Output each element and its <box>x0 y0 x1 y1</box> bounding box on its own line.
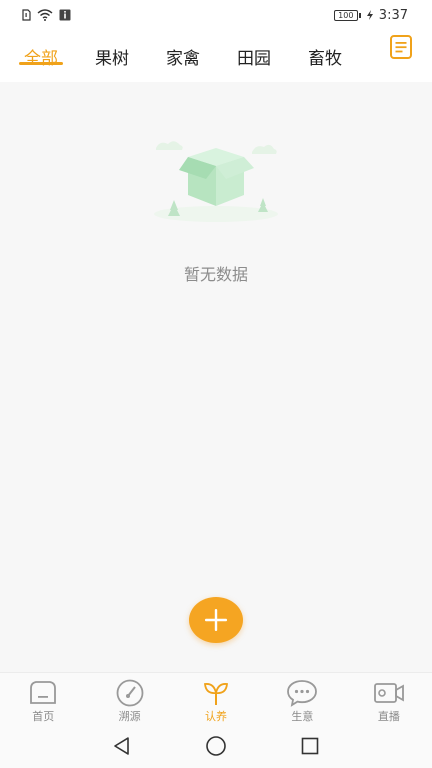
tab-poultry[interactable]: 家禽 <box>166 30 200 82</box>
nav-label-business: 生意 <box>291 710 314 723</box>
category-tab-bar: 全部 果树 家禽 田园 畜牧 <box>0 30 432 82</box>
status-bar: 100 3:37 <box>0 0 432 30</box>
add-button[interactable] <box>189 597 243 643</box>
tab-all[interactable]: 全部 <box>19 30 63 82</box>
battery-tip <box>358 12 361 18</box>
tab-fruit-trees[interactable]: 果树 <box>95 30 129 82</box>
nav-home[interactable]: 首页 <box>0 673 86 724</box>
system-nav-bar <box>0 724 432 768</box>
list-icon[interactable] <box>389 34 413 60</box>
back-icon[interactable] <box>110 734 134 758</box>
empty-message: 暂无数据 <box>183 265 248 284</box>
status-time: 3:37 <box>378 7 408 23</box>
recents-icon[interactable] <box>298 734 322 758</box>
nav-trace[interactable]: 溯源 <box>86 673 172 724</box>
nav-business[interactable]: 生意 <box>259 673 345 724</box>
nav-label-adopt: 认养 <box>205 710 228 723</box>
nav-label-trace: 溯源 <box>118 710 141 723</box>
gauge-icon <box>114 679 146 707</box>
sprout-icon <box>200 679 232 707</box>
battery-icon: 100 <box>333 9 358 21</box>
info-icon <box>59 9 71 21</box>
category-tabs: 全部 果树 家禽 田园 畜牧 <box>0 30 379 82</box>
empty-box-illustration <box>146 130 286 230</box>
tab-farmland[interactable]: 田园 <box>237 30 271 82</box>
wifi-icon <box>37 9 53 21</box>
nav-label-home: 首页 <box>32 710 55 723</box>
video-icon <box>373 679 405 707</box>
nav-live[interactable]: 直播 <box>346 673 432 724</box>
status-left <box>22 9 71 21</box>
home-icon <box>27 679 59 707</box>
chat-icon <box>286 679 318 707</box>
bottom-nav: 首页 溯源 认养 生意 直播 <box>0 672 432 724</box>
sim-icon <box>22 9 31 21</box>
status-right: 100 3:37 <box>333 7 408 23</box>
charging-icon <box>366 10 373 20</box>
plus-icon <box>205 609 227 631</box>
tab-livestock[interactable]: 畜牧 <box>308 30 342 82</box>
nav-label-live: 直播 <box>377 710 400 723</box>
home-circle-icon[interactable] <box>204 734 228 758</box>
nav-adopt[interactable]: 认养 <box>173 673 259 724</box>
